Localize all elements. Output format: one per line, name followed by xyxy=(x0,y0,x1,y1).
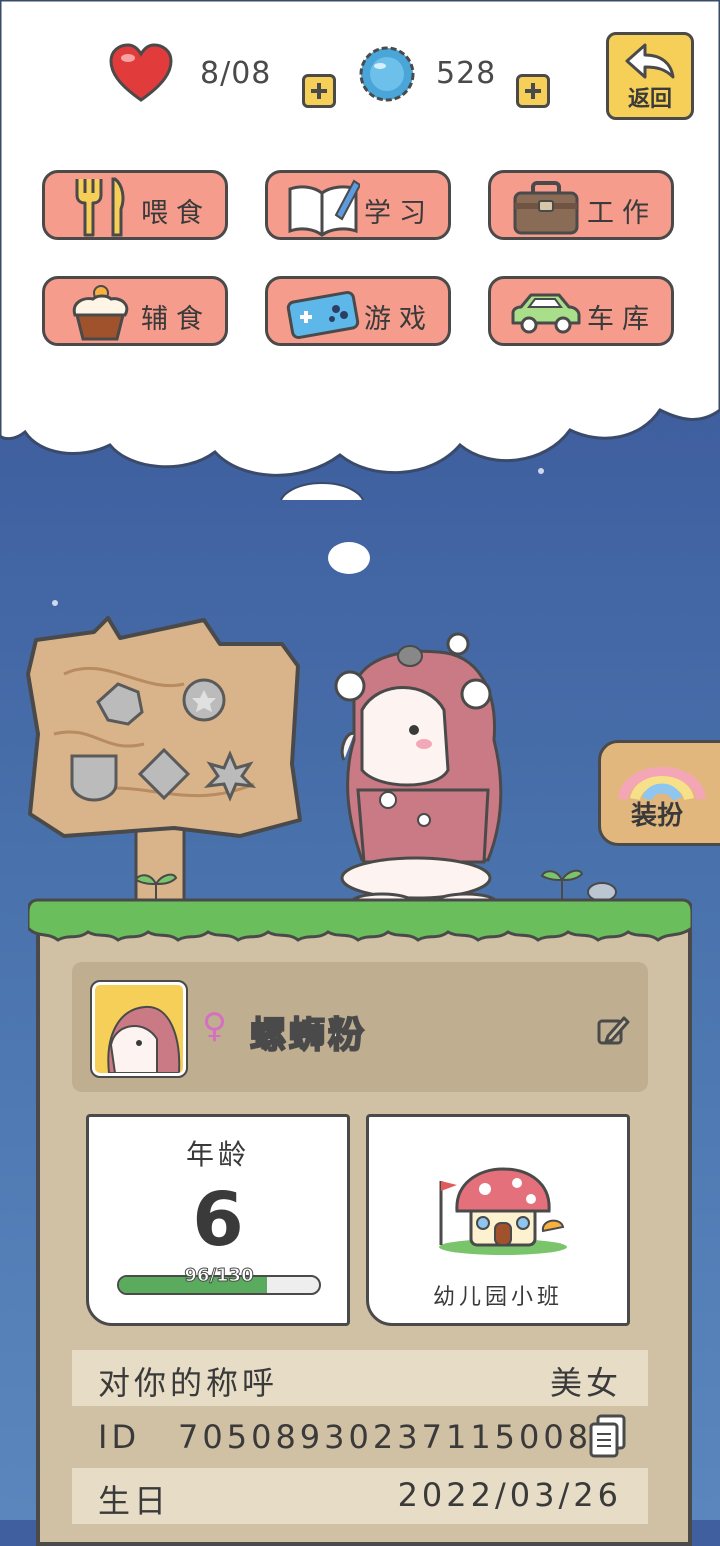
garage-label: 车库 xyxy=(587,304,657,335)
edit-icon[interactable] xyxy=(596,1014,630,1048)
coins-value: 528 xyxy=(436,56,497,91)
id-value: 70508930237115008 xyxy=(178,1418,593,1456)
blue-coin-icon xyxy=(359,46,415,102)
game-button[interactable]: 游戏 xyxy=(265,276,451,346)
study-button[interactable]: 学习 xyxy=(265,170,451,240)
fork-knife-icon xyxy=(75,177,125,237)
school-level-label: 幼儿园小班 xyxy=(432,1285,563,1310)
back-label: 返回 xyxy=(627,87,672,112)
age-title: 年龄 xyxy=(185,1138,250,1171)
badge-shield-icon xyxy=(70,754,118,802)
add-coins-button[interactable] xyxy=(516,74,550,108)
star-dot xyxy=(52,600,58,606)
snack-label: 辅食 xyxy=(141,304,211,335)
id-row: ID 70508930237115008 xyxy=(72,1410,648,1466)
grass-strip xyxy=(28,898,692,942)
gender-female-icon: ♀ xyxy=(202,1006,227,1046)
badge-flower-icon xyxy=(182,678,226,722)
dress-up-button[interactable]: 装扮 xyxy=(598,740,720,846)
work-label: 工作 xyxy=(587,198,657,229)
dress-up-label: 装扮 xyxy=(631,801,684,831)
feed-button[interactable]: 喂食 xyxy=(42,170,228,240)
copy-icon[interactable] xyxy=(588,1414,628,1460)
pet-avatar-icon xyxy=(107,1005,181,1073)
avatar[interactable] xyxy=(90,980,188,1078)
add-hearts-button[interactable] xyxy=(302,74,336,108)
cupcake-icon xyxy=(72,285,129,341)
birthday-value: 2022/03/26 xyxy=(397,1476,622,1514)
birthday-row: 生日 2022/03/26 xyxy=(72,1468,648,1524)
back-button[interactable]: 返回 xyxy=(606,32,694,120)
feed-label: 喂食 xyxy=(141,198,211,229)
small-cloud xyxy=(328,542,370,574)
nickname-value: 美女 xyxy=(549,1364,622,1402)
car-icon xyxy=(511,293,581,334)
sprout-and-rock-icon xyxy=(540,869,617,902)
nickname-row: 对你的称呼 美女 xyxy=(72,1350,648,1406)
game-label: 游戏 xyxy=(364,304,434,335)
mushroom-house-icon xyxy=(439,1167,567,1255)
hearts-value: 8/08 xyxy=(200,56,272,91)
book-pen-icon xyxy=(288,179,360,237)
gamepad-icon xyxy=(286,290,360,340)
back-arrow-icon xyxy=(625,43,675,79)
id-label: ID xyxy=(98,1418,141,1456)
nickname-label: 对你的称呼 xyxy=(98,1364,279,1402)
garage-button[interactable]: 车库 xyxy=(488,276,674,346)
birthday-label: 生日 xyxy=(98,1482,171,1520)
age-value: 6 xyxy=(192,1177,244,1263)
age-card: 年龄 6 96/130 xyxy=(86,1114,350,1326)
pet-name: 螺蛳粉 xyxy=(249,1014,368,1057)
pet-hedgehog-character[interactable] xyxy=(318,630,528,920)
snack-button[interactable]: 辅食 xyxy=(42,276,228,346)
sprout-icon xyxy=(134,873,178,902)
school-card[interactable]: 幼儿园小班 xyxy=(366,1114,630,1326)
briefcase-icon xyxy=(513,181,579,235)
study-label: 学习 xyxy=(364,198,434,229)
growth-progress-text: 96/130 xyxy=(184,1265,254,1287)
heart-icon xyxy=(109,43,173,102)
work-button[interactable]: 工作 xyxy=(488,170,674,240)
